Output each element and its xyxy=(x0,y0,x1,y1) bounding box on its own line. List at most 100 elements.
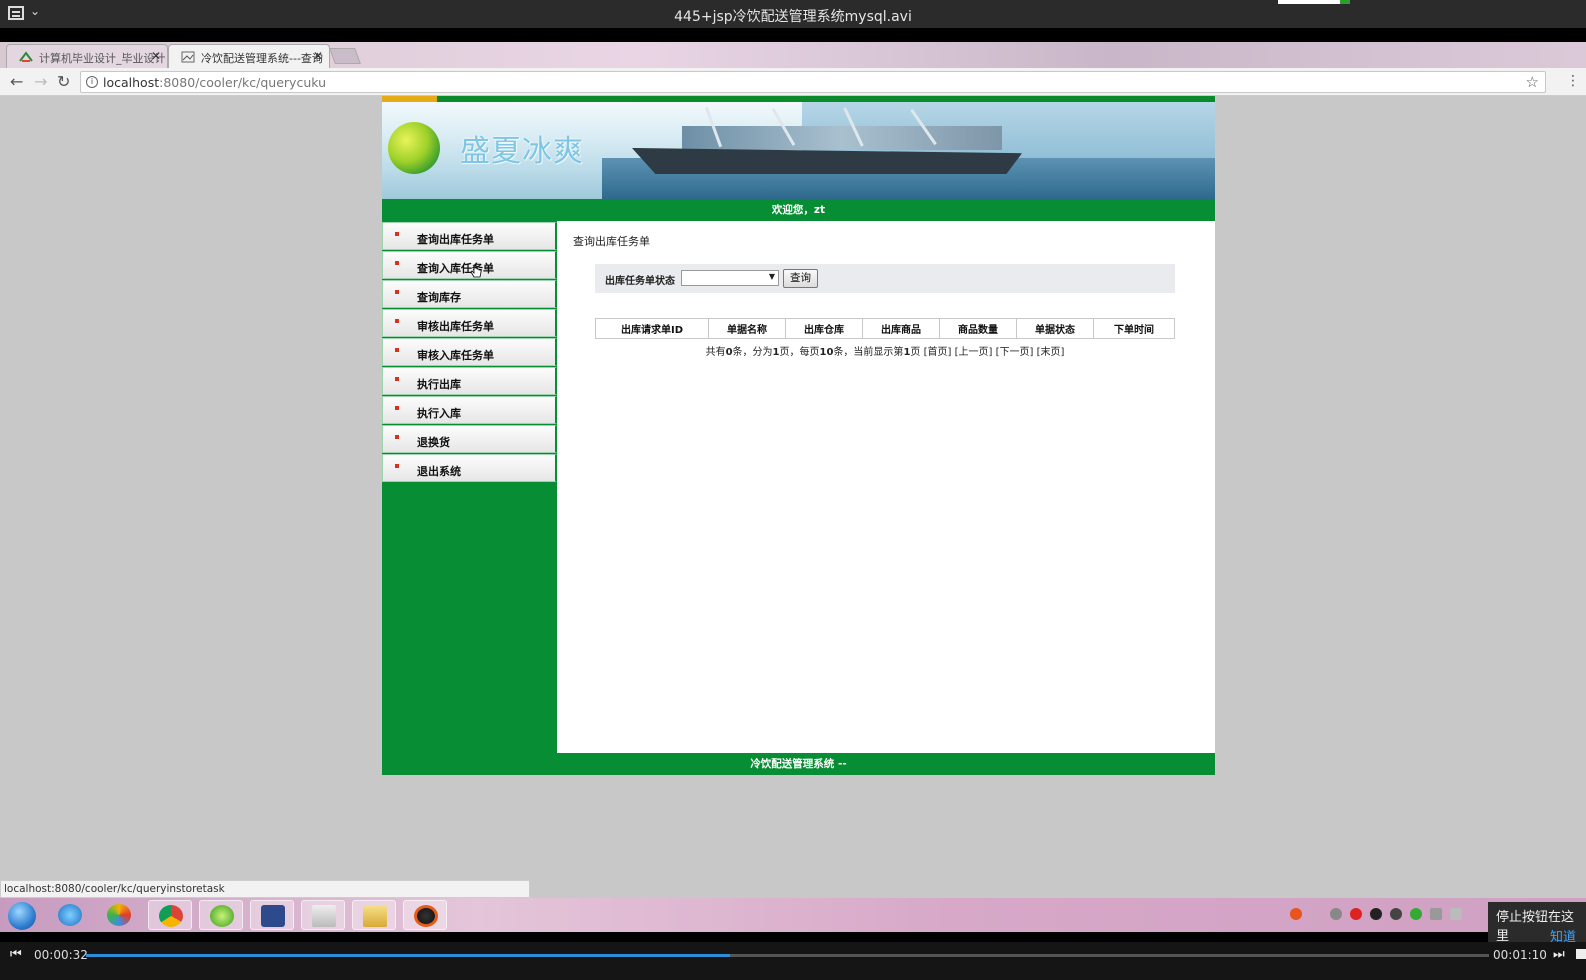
taskbar-app-3[interactable] xyxy=(250,900,294,930)
bullet-icon xyxy=(395,435,399,439)
green-app-icon xyxy=(210,905,234,927)
next-icon[interactable]: ⏭ xyxy=(1553,947,1565,962)
sidebar-item-label: 退出系统 xyxy=(417,465,461,478)
sidebar-item-label: 查询库存 xyxy=(417,291,461,304)
column-header: 出库商品 xyxy=(862,318,940,339)
sidebar-menu: 查询出库任务单 查询入库任务单 查询库存 审核出库任务单 审核入库任务单 执行出… xyxy=(382,221,557,753)
info-icon[interactable]: i xyxy=(86,76,98,88)
network-icon[interactable] xyxy=(1430,908,1442,920)
browser-tab-1[interactable]: 计算机毕业设计_毕业设计 ✕ xyxy=(6,44,168,68)
windows-taskbar xyxy=(0,898,1586,932)
sidebar-item-query-outbound-tasks[interactable]: 查询出库任务单 xyxy=(382,222,557,250)
folder-icon xyxy=(363,905,387,927)
ship-cargo xyxy=(682,126,1002,150)
sidebar-item-logout[interactable]: 退出系统 xyxy=(382,454,557,482)
total-time: 00:01:10 xyxy=(1493,948,1547,962)
pager-pages: 1 xyxy=(772,347,780,358)
new-tab-button[interactable] xyxy=(329,48,361,64)
taskbar-recorder[interactable] xyxy=(403,900,447,930)
thermometer-icon[interactable] xyxy=(1330,908,1342,920)
security-icon[interactable] xyxy=(1350,908,1362,920)
sidebar-item-label: 执行入库 xyxy=(417,407,461,420)
player-tip: 停止按钮在这里 知道了 xyxy=(1488,902,1586,964)
app-icon xyxy=(107,904,131,926)
pager-per-page: 10 xyxy=(819,347,834,358)
column-header: 单据名称 xyxy=(708,318,786,339)
tray-app-icon[interactable] xyxy=(1390,908,1402,920)
pagination: 共有0条，分为1页，每页10条，当前显示第1页 [首页] [上一页] [下一页]… xyxy=(595,343,1175,358)
taskbar-chrome[interactable] xyxy=(148,900,192,930)
sidebar-item-label: 执行出库 xyxy=(417,378,461,391)
internet-explorer-icon xyxy=(58,904,82,926)
browser-toolbar: ← → ↻ i localhost:8080/cooler/kc/querycu… xyxy=(0,68,1586,96)
sidebar-item-label: 审核入库任务单 xyxy=(417,349,494,362)
taskbar-app-4[interactable] xyxy=(301,900,345,930)
stop-icon[interactable] xyxy=(1576,949,1586,959)
sidebar-item-execute-outbound[interactable]: 执行出库 xyxy=(382,367,557,395)
taskbar-app-2[interactable] xyxy=(199,900,243,930)
input-method-icon[interactable] xyxy=(1290,908,1302,920)
forward-arrow-icon[interactable]: → xyxy=(34,72,47,91)
address-bar[interactable]: i localhost:8080/cooler/kc/querycuku ☆ xyxy=(80,71,1546,93)
page-container: 盛夏冰爽 欢迎您，zt 查询出库任务单 查询入库任务单 查询库存 审核出库任务单… xyxy=(382,96,1215,775)
url-host: localhost xyxy=(103,75,160,90)
sidebar-item-review-outbound-tasks[interactable]: 审核出库任务单 xyxy=(382,309,557,337)
reload-icon[interactable]: ↻ xyxy=(57,72,70,91)
page-footer: 冷饮配送管理系统 -- xyxy=(382,753,1215,775)
chrome-icon xyxy=(159,905,183,927)
close-tab-icon[interactable]: ✕ xyxy=(313,49,323,63)
dropdown-arrow-icon[interactable]: ▼ xyxy=(769,272,775,281)
status-select[interactable]: ▼ xyxy=(681,270,779,286)
sidebar-item-query-inventory[interactable]: 查询库存 xyxy=(382,280,557,308)
next-page-link[interactable]: [下一页] xyxy=(996,347,1034,358)
web-viewport: 盛夏冰爽 欢迎您，zt 查询出库任务单 查询入库任务单 查询库存 审核出库任务单… xyxy=(0,96,1586,898)
welcome-bar: 欢迎您，zt xyxy=(382,199,1215,221)
pager-text: 共有 xyxy=(705,347,726,358)
taskbar-ie[interactable] xyxy=(48,900,92,930)
column-header: 单据状态 xyxy=(1016,318,1094,339)
sidebar-item-label: 查询入库任务单 xyxy=(417,262,494,275)
title-progress-indicator xyxy=(1278,0,1350,4)
bullet-icon xyxy=(395,261,399,265)
qq-icon[interactable] xyxy=(1370,908,1382,920)
taskbar-explorer[interactable] xyxy=(352,900,396,930)
sidebar-item-execute-inbound[interactable]: 执行入库 xyxy=(382,396,557,424)
column-header: 出库请求单ID xyxy=(595,318,709,339)
header-banner: 盛夏冰爽 xyxy=(382,96,1215,199)
system-tray xyxy=(1290,904,1470,926)
taskbar-app[interactable] xyxy=(97,900,141,930)
pager-text: 条，分为 xyxy=(732,347,773,358)
prev-page-link[interactable]: [上一页] xyxy=(955,347,993,358)
seek-bar[interactable] xyxy=(86,954,1489,957)
bullet-icon xyxy=(395,348,399,352)
tray-app-icon[interactable] xyxy=(1410,908,1422,920)
hand-cursor-icon xyxy=(470,264,482,278)
sidebar-item-review-inbound-tasks[interactable]: 审核入库任务单 xyxy=(382,338,557,366)
close-tab-icon[interactable]: ✕ xyxy=(151,49,161,63)
pager-text: 页，每页 xyxy=(779,347,820,358)
bookmark-star-icon[interactable]: ☆ xyxy=(1526,73,1539,91)
company-logo xyxy=(388,122,440,174)
back-arrow-icon[interactable]: ← xyxy=(10,72,23,91)
volume-icon[interactable] xyxy=(1450,908,1462,920)
previous-icon[interactable]: ⏮ xyxy=(10,947,22,962)
page-favicon-icon xyxy=(181,51,195,63)
column-header: 商品数量 xyxy=(939,318,1017,339)
sidebar-item-returns[interactable]: 退换货 xyxy=(382,425,557,453)
windows-logo-icon xyxy=(8,902,36,930)
browser-menu-icon[interactable]: ⋮ xyxy=(1566,73,1580,89)
browser-tab-2[interactable]: 冷饮配送管理系统---查询 ✕ xyxy=(168,44,330,68)
browser-tab-2-label: 冷饮配送管理系统---查询 xyxy=(201,52,323,65)
bullet-icon xyxy=(395,319,399,323)
first-page-link[interactable]: [首页] xyxy=(924,347,952,358)
main-body: 查询出库任务单 查询入库任务单 查询库存 审核出库任务单 审核入库任务单 执行出… xyxy=(382,221,1215,753)
pager-text: 条，当前显示第 xyxy=(833,347,904,358)
table-header-row: 出库请求单ID 单据名称 出库仓库 出库商品 商品数量 单据状态 下单时间 xyxy=(595,318,1175,339)
player-title-bar: ⌄ 445+jsp冷饮配送管理系统mysql.avi xyxy=(0,0,1586,28)
bullet-icon xyxy=(395,406,399,410)
query-button[interactable]: 查询 xyxy=(783,269,818,288)
pager-total: 0 xyxy=(725,347,733,358)
start-button[interactable] xyxy=(2,900,42,930)
last-page-link[interactable]: [末页] xyxy=(1037,347,1065,358)
browser-status-bar: localhost:8080/cooler/kc/queryinstoretas… xyxy=(0,880,530,898)
